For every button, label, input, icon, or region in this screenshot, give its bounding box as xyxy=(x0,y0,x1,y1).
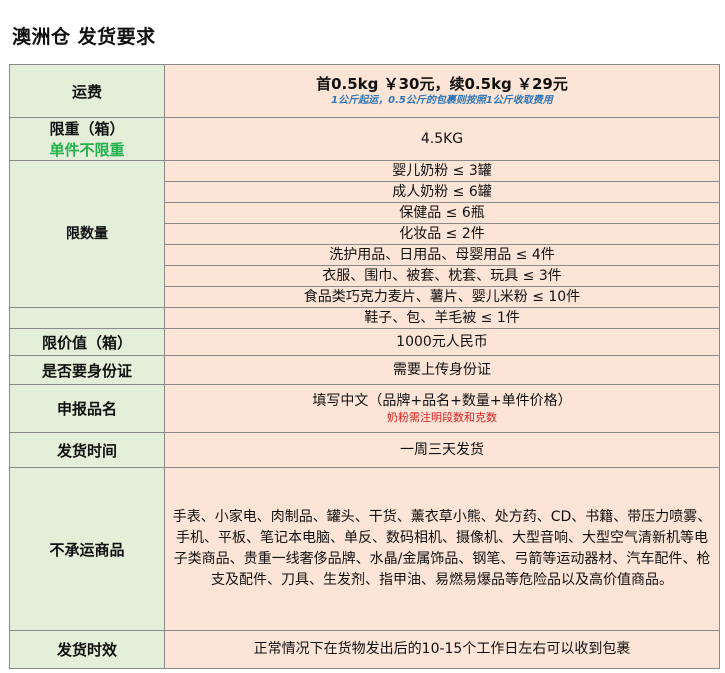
quantity-item: 洗护用品、日用品、母婴用品 ≤ 4件 xyxy=(164,244,720,266)
table-row: 发货时效 正常情况下在货物发出后的10-15个工作日左右可以收到包裹 xyxy=(9,630,720,669)
declaration-value: 填写中文（品牌+品名+数量+单件价格） 奶粉需注明段数和克数 xyxy=(164,384,720,433)
fee-value: 首0.5kg ￥30元，续0.5kg ￥29元 1公斤起运，0.5公斤的包裹则按… xyxy=(164,64,720,118)
quantity-item: 婴儿奶粉 ≤ 3罐 xyxy=(164,160,720,182)
id-required-label: 是否要身份证 xyxy=(9,355,165,385)
declaration-label: 申报品名 xyxy=(9,384,165,433)
quantity-label: 限数量 xyxy=(9,160,165,308)
table-row: 限价值（箱） 1000元人民币 xyxy=(9,328,720,356)
table-row: 鞋子、包、羊毛被 ≤ 1件 xyxy=(9,307,720,329)
declaration-text: 填写中文（品牌+品名+数量+单件价格） xyxy=(312,393,572,409)
table-row: 不承运商品 手表、小家电、肉制品、罐头、干货、薰衣草小熊、处方药、CD、书籍、带… xyxy=(9,467,720,631)
table-row: 是否要身份证 需要上传身份证 xyxy=(9,355,720,385)
ship-time-label: 发货时间 xyxy=(9,432,165,468)
quantity-item: 保健品 ≤ 6瓶 xyxy=(164,202,720,224)
delivery-value: 正常情况下在货物发出后的10-15个工作日左右可以收到包裹 xyxy=(164,630,720,669)
quantity-label-empty xyxy=(9,307,165,329)
quantity-item: 成人奶粉 ≤ 6罐 xyxy=(164,181,720,203)
not-shipped-text: 手表、小家电、肉制品、罐头、干货、薰衣草小熊、处方药、CD、书籍、带压力喷雾、手… xyxy=(172,509,712,588)
weight-sublabel: 单件不限重 xyxy=(49,141,125,159)
not-shipped-value: 手表、小家电、肉制品、罐头、干货、薰衣草小熊、处方药、CD、书籍、带压力喷雾、手… xyxy=(164,467,720,631)
id-required-value: 需要上传身份证 xyxy=(164,355,720,385)
quantity-item: 衣服、围巾、被套、枕套、玩具 ≤ 3件 xyxy=(164,265,720,287)
ship-time-value: 一周三天发货 xyxy=(164,432,720,468)
quantity-item: 食品类巧克力麦片、薯片、婴儿米粉 ≤ 10件 xyxy=(164,286,720,308)
price-limit-label: 限价值（箱） xyxy=(9,328,165,356)
not-shipped-label: 不承运商品 xyxy=(9,467,165,631)
table-row: 运费 首0.5kg ￥30元，续0.5kg ￥29元 1公斤起运，0.5公斤的包… xyxy=(9,64,720,118)
declaration-note: 奶粉需注明段数和克数 xyxy=(387,411,497,424)
page-title: 澳洲仓 发货要求 xyxy=(12,26,156,48)
weight-label: 限重（箱） 单件不限重 xyxy=(9,117,165,161)
price-limit-value: 1000元人民币 xyxy=(164,328,720,356)
weight-value: 4.5KG xyxy=(164,117,720,161)
table-row: 限重（箱） 单件不限重 4.5KG xyxy=(9,117,720,161)
fee-main-text: 首0.5kg ￥30元，续0.5kg ￥29元 xyxy=(316,74,568,93)
quantity-item: 鞋子、包、羊毛被 ≤ 1件 xyxy=(164,307,720,329)
table-row: 限数量 婴儿奶粉 ≤ 3罐 xyxy=(9,160,720,308)
shipping-requirements-table: 运费 首0.5kg ￥30元，续0.5kg ￥29元 1公斤起运，0.5公斤的包… xyxy=(9,64,720,669)
delivery-label: 发货时效 xyxy=(9,630,165,669)
fee-label: 运费 xyxy=(9,64,165,118)
fee-note-text: 1公斤起运，0.5公斤的包裹则按照1公斤收取费用 xyxy=(331,94,553,106)
weight-label-text: 限重（箱） xyxy=(49,120,125,138)
table-row: 申报品名 填写中文（品牌+品名+数量+单件价格） 奶粉需注明段数和克数 xyxy=(9,384,720,433)
table-row: 发货时间 一周三天发货 xyxy=(9,432,720,468)
quantity-item: 化妆品 ≤ 2件 xyxy=(164,223,720,245)
